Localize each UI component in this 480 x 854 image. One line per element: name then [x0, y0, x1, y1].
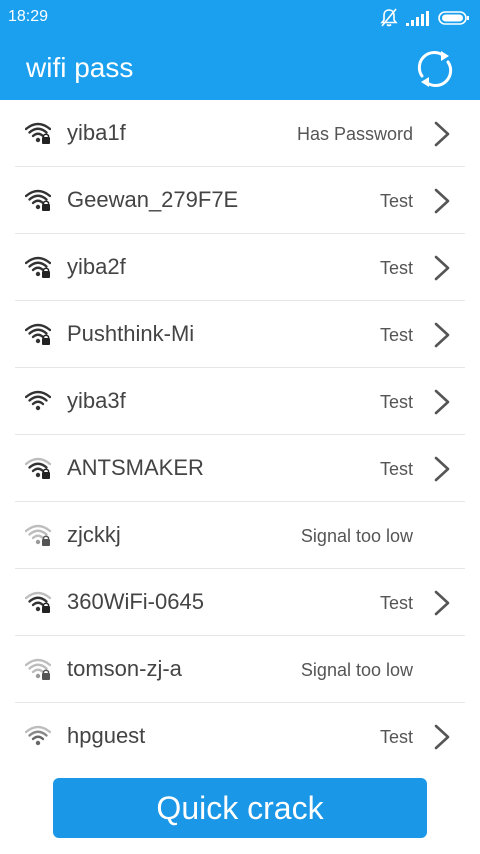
wifi-row[interactable]: zjckkj Signal too low	[15, 502, 465, 569]
wifi-status: Test	[379, 727, 413, 747]
bottom-bar: Quick crack	[0, 768, 480, 854]
chevron-right-icon[interactable]	[433, 120, 451, 148]
wifi-ssid: tomson-zj-a	[67, 656, 182, 681]
wifi-status: Signal too low	[300, 660, 413, 680]
wifi-row[interactable]: ANTSMAKER Test	[15, 435, 465, 502]
wifi-row[interactable]: hpguest Test	[15, 703, 465, 770]
wifi-ssid: Pushthink-Mi	[67, 321, 195, 346]
chevron-right-icon[interactable]	[433, 723, 451, 751]
wifi-ssid: yiba3f	[67, 388, 126, 413]
chevron-right-icon[interactable]	[433, 589, 451, 617]
wifi-locked-icon	[25, 658, 51, 680]
header: 18:29 wifi pass	[0, 0, 480, 100]
wifi-ssid: ANTSMAKER	[67, 455, 204, 480]
wifi-row[interactable]: Pushthink-Mi Test	[15, 301, 465, 368]
chevron-right-icon[interactable]	[433, 187, 451, 215]
status-bar: 18:29	[0, 0, 480, 36]
screen: 18:29 wifi pass yiba1f Has Password Geew…	[0, 0, 480, 854]
app-title: wifi pass	[26, 52, 134, 83]
quick-crack-button[interactable]: Quick crack	[53, 778, 427, 838]
wifi-status: Test	[379, 459, 413, 479]
wifi-status: Signal too low	[300, 526, 413, 546]
wifi-row[interactable]: 360WiFi-0645 Test	[15, 569, 465, 636]
wifi-status: Test	[379, 258, 413, 278]
chevron-right-icon[interactable]	[433, 254, 451, 282]
battery-icon	[438, 11, 469, 25]
wifi-list: yiba1f Has Password Geewan_279F7E Test yiba2…	[0, 100, 480, 770]
wifi-row[interactable]: yiba1f Has Password	[15, 100, 465, 167]
app-bar: wifi pass	[0, 36, 480, 100]
notifications-off-icon	[380, 8, 398, 27]
wifi-icon	[25, 390, 51, 411]
wifi-ssid: Geewan_279F7E	[67, 187, 239, 212]
wifi-ssid: yiba1f	[67, 120, 126, 145]
wifi-ssid: zjckkj	[67, 522, 121, 547]
wifi-status: Test	[379, 191, 413, 211]
chevron-right-icon[interactable]	[433, 321, 451, 349]
wifi-locked-icon	[25, 189, 51, 211]
wifi-locked-icon	[25, 457, 51, 479]
wifi-row[interactable]: tomson-zj-a Signal too low	[15, 636, 465, 703]
wifi-row[interactable]: yiba3f Test	[15, 368, 465, 435]
refresh-icon[interactable]	[414, 48, 456, 90]
wifi-locked-icon	[25, 323, 51, 345]
wifi-ssid: 360WiFi-0645	[67, 589, 204, 614]
wifi-icon	[25, 725, 51, 746]
wifi-ssid: hpguest	[67, 723, 146, 748]
wifi-ssid: yiba2f	[67, 254, 126, 279]
wifi-locked-icon	[25, 122, 51, 144]
chevron-right-icon[interactable]	[433, 455, 451, 483]
wifi-status: Test	[379, 325, 413, 345]
wifi-status: Test	[379, 392, 413, 412]
status-icons	[380, 7, 470, 29]
signal-bars-icon	[406, 11, 429, 26]
wifi-status: Has Password	[296, 124, 413, 144]
wifi-row[interactable]: Geewan_279F7E Test	[15, 167, 465, 234]
wifi-row[interactable]: yiba2f Test	[15, 234, 465, 301]
wifi-locked-icon	[25, 591, 51, 613]
wifi-locked-icon	[25, 524, 51, 546]
status-time: 18:29	[8, 8, 49, 25]
chevron-right-icon[interactable]	[433, 388, 451, 416]
wifi-status: Test	[379, 593, 413, 613]
wifi-locked-icon	[25, 256, 51, 278]
